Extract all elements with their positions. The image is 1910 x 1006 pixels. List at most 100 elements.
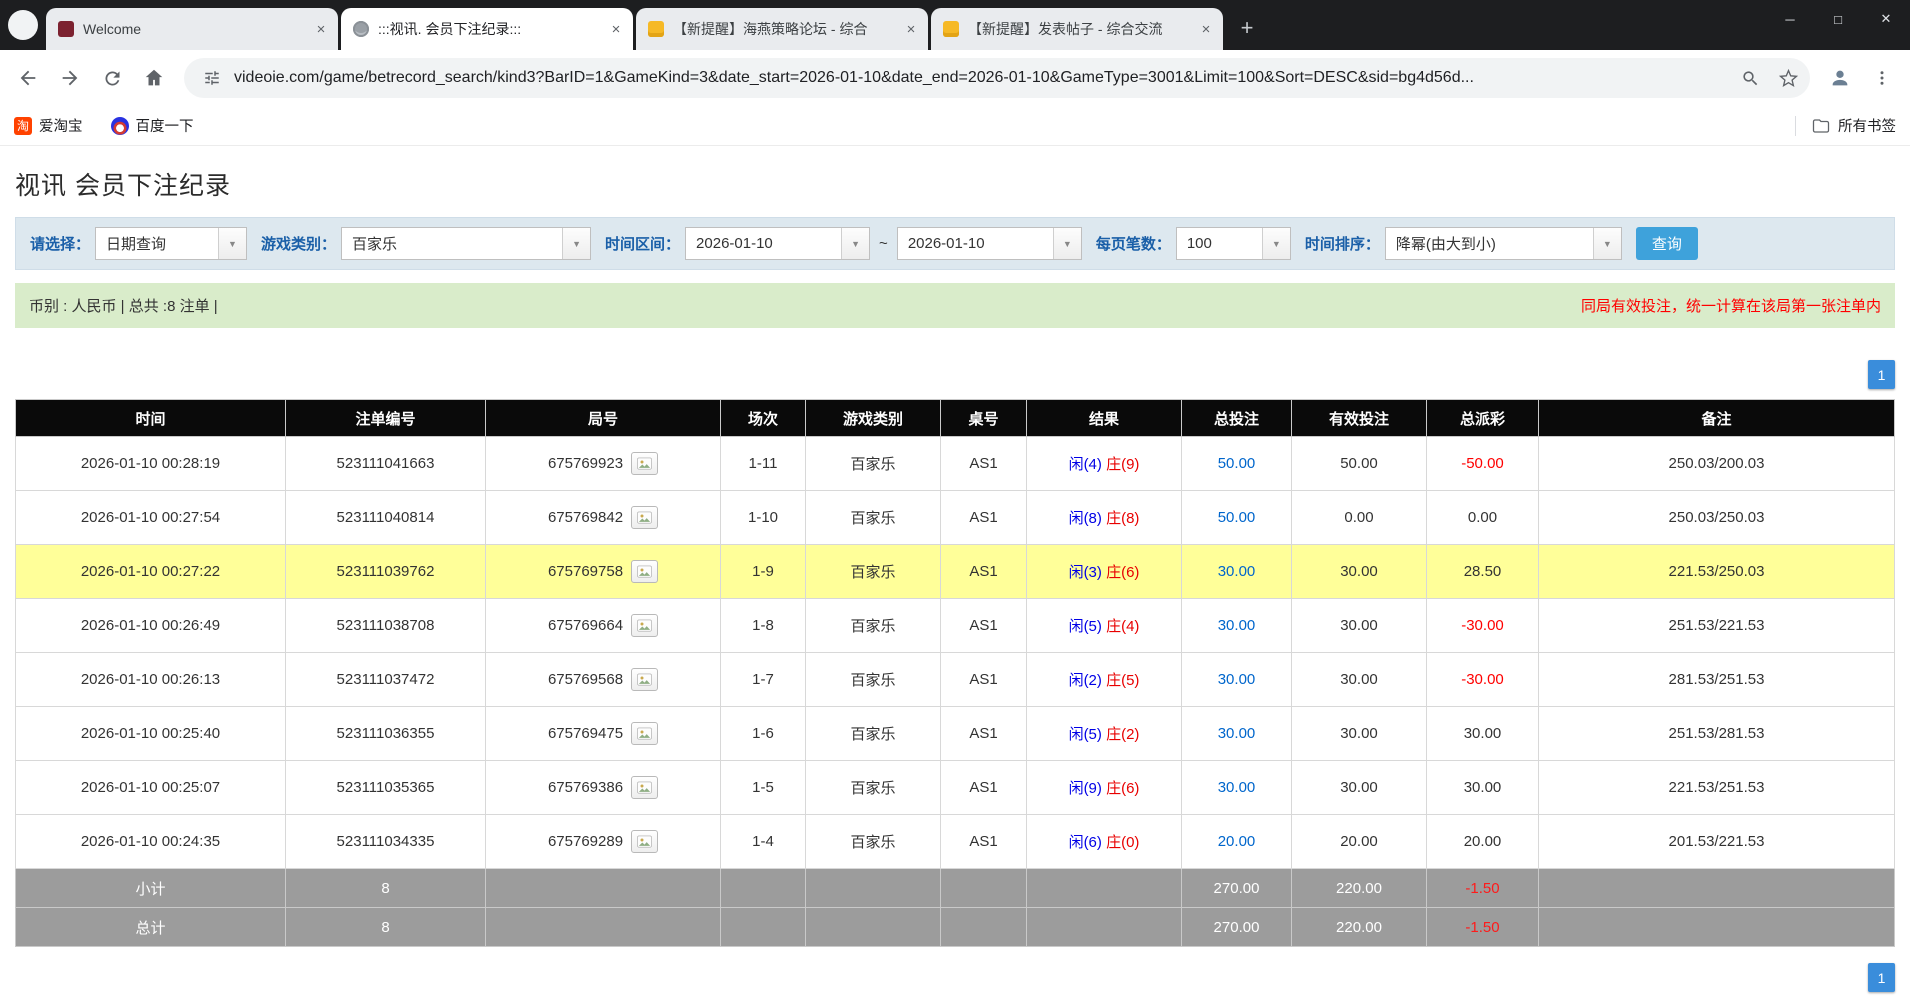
search-button[interactable]: 查询 (1636, 227, 1698, 260)
cell-game-type: 百家乐 (806, 491, 941, 545)
cell-result: 闲(4) 庄(9) (1027, 437, 1182, 491)
cell-bet-no: 523111039762 (286, 545, 486, 599)
bookmark-list: 淘爱淘宝 百度一下 (14, 115, 222, 136)
chevron-down-icon[interactable]: ▼ (1053, 228, 1081, 259)
page-1-button[interactable]: 1 (1868, 360, 1895, 389)
browser-tab[interactable]: 【新提醒】海燕策略论坛 - 综合 × (636, 8, 928, 50)
total-bet-link[interactable]: 30.00 (1218, 563, 1256, 580)
address-bar[interactable]: videoie.com/game/betrecord_search/kind3?… (184, 58, 1810, 98)
profile-icon[interactable] (1820, 58, 1860, 98)
forward-icon[interactable] (50, 58, 90, 98)
sort-select-value: 降幂(由大到小) (1386, 233, 1593, 254)
summary-cell: 220.00 (1292, 869, 1427, 908)
player-result: 闲(3) (1069, 564, 1102, 581)
page-size-select[interactable]: 100 ▼ (1176, 227, 1291, 260)
cell-table-no: AS1 (941, 707, 1027, 761)
player-result: 闲(5) (1069, 726, 1102, 743)
cell-table-no: AS1 (941, 815, 1027, 869)
cell-game-type: 百家乐 (806, 599, 941, 653)
cell-session: 1-6 (721, 707, 806, 761)
round-result-image-button[interactable] (631, 830, 658, 853)
maximize-button[interactable]: □ (1814, 0, 1862, 38)
total-bet-link[interactable]: 30.00 (1218, 779, 1256, 796)
cell-game-type: 百家乐 (806, 653, 941, 707)
chevron-down-icon[interactable]: ▼ (562, 228, 590, 259)
menu-icon[interactable] (1862, 58, 1902, 98)
round-result-image-button[interactable] (631, 452, 658, 475)
currency-summary-text: 币别 : 人民币 | 总共 :8 注单 | (29, 295, 218, 316)
round-result-image-button[interactable] (631, 506, 658, 529)
summary-cell: 220.00 (1292, 908, 1427, 947)
chevron-down-icon[interactable]: ▼ (1593, 228, 1621, 259)
tab-close-icon[interactable]: × (902, 20, 920, 38)
round-result-image-button[interactable] (631, 560, 658, 583)
site-info-icon[interactable] (196, 62, 228, 94)
tab-strip: Welcome×:::视讯. 会员下注纪录:::×【新提醒】海燕策略论坛 - 综… (0, 0, 1910, 50)
column-header: 备注 (1539, 400, 1895, 437)
column-header: 场次 (721, 400, 806, 437)
tab-close-icon[interactable]: × (1197, 20, 1215, 38)
cell-total-bet: 30.00 (1182, 599, 1292, 653)
info-bar: 币别 : 人民币 | 总共 :8 注单 | 同局有效投注，统一计算在该局第一张注… (15, 283, 1895, 328)
total-bet-link[interactable]: 20.00 (1218, 833, 1256, 850)
bookmark-star-icon[interactable] (1772, 62, 1804, 94)
tab-close-icon[interactable]: × (312, 20, 330, 38)
browser-toolbar: videoie.com/game/betrecord_search/kind3?… (0, 50, 1910, 106)
date-end-select[interactable]: 2026-01-10 ▼ (897, 227, 1082, 260)
tab-title: 【新提醒】海燕策略论坛 - 综合 (673, 19, 896, 39)
column-header: 有效投注 (1292, 400, 1427, 437)
back-icon[interactable] (8, 58, 48, 98)
bookmarks-bar-right: 所有书签 (1795, 115, 1896, 136)
summary-cell (486, 908, 721, 947)
column-header: 桌号 (941, 400, 1027, 437)
date-start-select[interactable]: 2026-01-10 ▼ (685, 227, 870, 260)
close-button[interactable]: ✕ (1862, 0, 1910, 38)
cell-round-no: 675769758 (486, 545, 721, 599)
cell-note: 251.53/221.53 (1539, 599, 1895, 653)
cell-session: 1-10 (721, 491, 806, 545)
url-text[interactable]: videoie.com/game/betrecord_search/kind3?… (234, 69, 1728, 87)
chevron-down-icon[interactable]: ▼ (1262, 228, 1290, 259)
sort-label: 时间排序： (1305, 233, 1380, 254)
cell-note: 251.53/281.53 (1539, 707, 1895, 761)
browser-tab[interactable]: :::视讯. 会员下注纪录:::× (341, 8, 633, 50)
total-bet-link[interactable]: 30.00 (1218, 725, 1256, 742)
banker-result: 庄(2) (1106, 726, 1139, 743)
cell-payout: 30.00 (1427, 761, 1539, 815)
total-bet-link[interactable]: 30.00 (1218, 671, 1256, 688)
total-bet-link[interactable]: 50.00 (1218, 455, 1256, 472)
home-icon[interactable] (134, 58, 174, 98)
minimize-button[interactable]: ─ (1766, 0, 1814, 38)
cell-time: 2026-01-10 00:26:49 (16, 599, 286, 653)
total-bet-link[interactable]: 50.00 (1218, 509, 1256, 526)
total-bet-link[interactable]: 30.00 (1218, 617, 1256, 634)
browser-tab[interactable]: 【新提醒】发表帖子 - 综合交流× (931, 8, 1223, 50)
bookmark-item[interactable]: 淘爱淘宝 (14, 115, 83, 136)
sort-select[interactable]: 降幂(由大到小) ▼ (1385, 227, 1622, 260)
round-result-image-button[interactable] (631, 668, 658, 691)
round-result-image-button[interactable] (631, 776, 658, 799)
chevron-down-icon[interactable]: ▼ (841, 228, 869, 259)
all-bookmarks-button[interactable]: 所有书签 (1812, 115, 1896, 136)
browser-logo-button[interactable] (8, 10, 38, 40)
mail-icon (943, 21, 959, 37)
bookmark-item[interactable]: 百度一下 (111, 115, 194, 136)
tab-title: Welcome (83, 21, 306, 37)
cell-game-type: 百家乐 (806, 815, 941, 869)
tab-close-icon[interactable]: × (607, 20, 625, 38)
summary-cell (1539, 908, 1895, 947)
chevron-down-icon[interactable]: ▼ (218, 228, 246, 259)
summary-cell (1027, 869, 1182, 908)
zoom-icon[interactable] (1734, 62, 1766, 94)
cell-table-no: AS1 (941, 653, 1027, 707)
game-type-select[interactable]: 百家乐 ▼ (341, 227, 591, 260)
page-1-button[interactable]: 1 (1868, 963, 1895, 992)
reload-icon[interactable] (92, 58, 132, 98)
summary-cell: 270.00 (1182, 869, 1292, 908)
new-tab-button[interactable]: + (1232, 13, 1262, 43)
choose-select[interactable]: 日期查询 ▼ (95, 227, 247, 260)
round-result-image-button[interactable] (631, 614, 658, 637)
divider (1795, 116, 1796, 136)
round-result-image-button[interactable] (631, 722, 658, 745)
browser-tab[interactable]: Welcome × (46, 8, 338, 50)
